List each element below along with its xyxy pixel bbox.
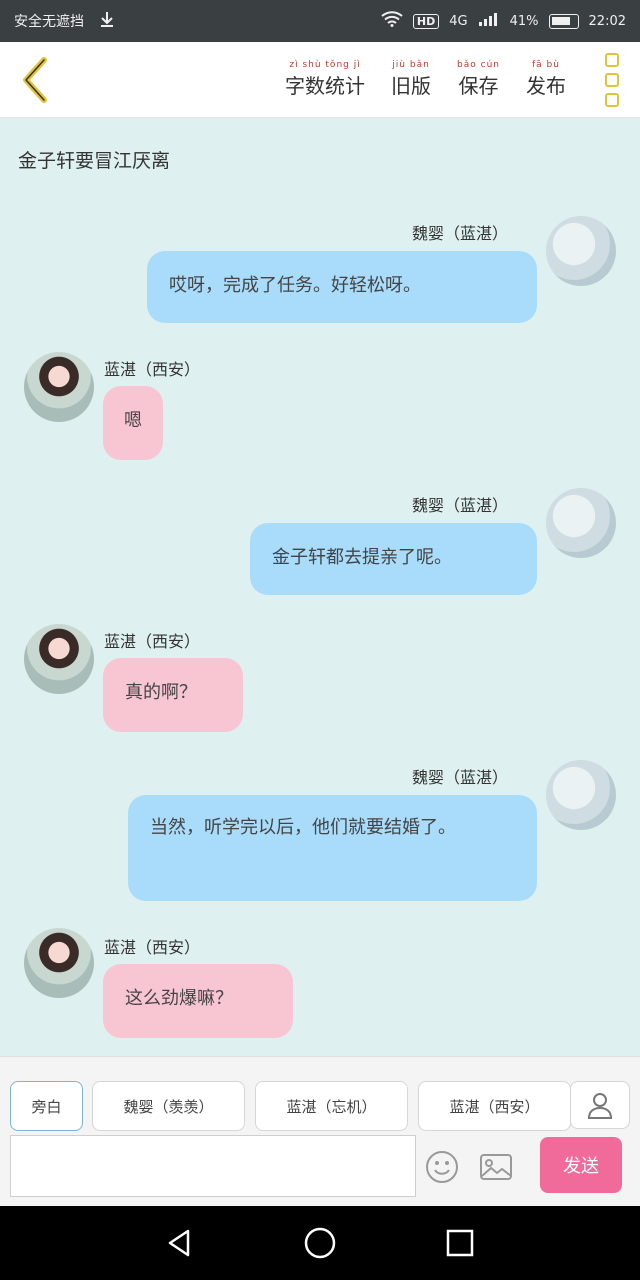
toolbar-actions: zì shù tǒng jì 字数统计 jiù bǎn 旧版 bǎo cún 保…: [285, 60, 566, 99]
message-sender: 蓝湛（西安）: [104, 360, 201, 379]
emoji-icon: [426, 1151, 458, 1183]
save-label: 保存: [458, 74, 499, 98]
publish-label: 发布: [526, 74, 566, 98]
chevron-left-icon: [23, 56, 47, 103]
role-tab-wei-ying[interactable]: 魏婴（羡羡）: [92, 1081, 245, 1131]
role-tab-lan-zhan[interactable]: 蓝湛（忘机）: [255, 1081, 408, 1131]
image-button[interactable]: [478, 1149, 514, 1185]
navigation-bar: [0, 1206, 640, 1280]
circle-home-icon: [304, 1227, 336, 1259]
message-bubble[interactable]: 当然，听学完以后，他们就要结婚了。: [128, 795, 537, 901]
role-tab-xian[interactable]: 蓝湛（西安）: [418, 1081, 571, 1131]
old-version-label: 旧版: [391, 74, 432, 98]
emoji-button[interactable]: [424, 1149, 460, 1185]
message-input[interactable]: [10, 1135, 416, 1197]
message-sender: 魏婴（蓝湛）: [412, 768, 509, 787]
wifi-icon: [381, 11, 403, 31]
message-bubble[interactable]: 真的啊？: [103, 658, 243, 732]
nav-back-button[interactable]: [150, 1213, 210, 1273]
publish-button[interactable]: fā bù 发布: [526, 60, 566, 99]
avatar[interactable]: [546, 216, 616, 286]
network-type: 4G: [449, 13, 468, 29]
menu-dot-icon: [605, 72, 619, 87]
top-toolbar: zì shù tǒng jì 字数统计 jiù bǎn 旧版 bǎo cún 保…: [0, 42, 640, 118]
save-button[interactable]: bǎo cún 保存: [457, 60, 500, 99]
avatar[interactable]: [24, 624, 94, 694]
word-count-button[interactable]: zì shù tǒng jì 字数统计: [285, 60, 365, 99]
menu-dot-icon: [605, 52, 619, 67]
status-left-text: 安全无遮挡: [14, 14, 84, 30]
battery-icon: [548, 13, 579, 29]
add-role-button[interactable]: [570, 1081, 630, 1129]
clock: 22:02: [588, 13, 626, 29]
battery-percent: 41%: [509, 13, 539, 29]
role-tab-narrator[interactable]: 旁白: [10, 1081, 83, 1131]
message-bubble[interactable]: 金子轩都去提亲了呢。: [250, 523, 537, 595]
chat-area[interactable]: 金子轩要冒江厌离 魏婴（蓝湛） 哎呀，完成了任务。好轻松呀。 蓝湛（西安） 嗯 …: [0, 118, 640, 1056]
avatar[interactable]: [24, 928, 94, 998]
message-sender: 蓝湛（西安）: [104, 938, 201, 957]
message-sender: 魏婴（蓝湛）: [412, 496, 509, 515]
hd-badge: HD: [412, 13, 440, 29]
chat-title: 金子轩要冒江厌离: [18, 150, 171, 172]
square-recents-icon: [446, 1229, 474, 1257]
word-count-label: 字数统计: [285, 74, 366, 98]
avatar[interactable]: [546, 488, 616, 558]
menu-dot-icon: [605, 92, 619, 107]
message-bubble[interactable]: 哎呀，完成了任务。好轻松呀。: [147, 251, 537, 323]
more-menu-button[interactable]: [584, 42, 640, 118]
message-bubble[interactable]: 嗯: [103, 386, 163, 460]
nav-recents-button[interactable]: [430, 1213, 490, 1273]
triangle-back-icon: [168, 1229, 190, 1257]
signal-icon: [478, 12, 500, 30]
message-bubble[interactable]: 这么劲爆嘛？: [103, 964, 293, 1038]
avatar[interactable]: [24, 352, 94, 422]
back-button[interactable]: [0, 42, 70, 118]
avatar[interactable]: [546, 760, 616, 830]
download-icon: [98, 10, 116, 32]
message-sender: 蓝湛（西安）: [104, 632, 201, 651]
old-version-button[interactable]: jiù bǎn 旧版: [391, 60, 431, 99]
status-bar: 安全无遮挡 HD 4G 41% 22:02: [0, 0, 640, 42]
image-icon: [480, 1154, 512, 1180]
nav-home-button[interactable]: [290, 1213, 350, 1273]
user-icon: [587, 1093, 613, 1119]
message-sender: 魏婴（蓝湛）: [412, 224, 509, 243]
composer: 旁白 魏婴（羡羡） 蓝湛（忘机） 蓝湛（西安） 发送: [0, 1056, 640, 1206]
send-button[interactable]: 发送: [540, 1137, 622, 1193]
